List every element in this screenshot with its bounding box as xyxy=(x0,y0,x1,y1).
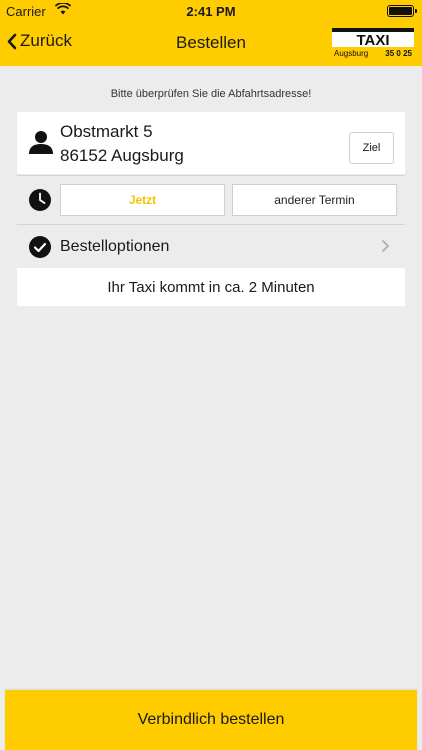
destination-button[interactable]: Ziel xyxy=(349,132,394,164)
battery-icon xyxy=(387,5,417,17)
checkmark-circle-icon xyxy=(29,236,51,258)
time-other-button[interactable]: anderer Termin xyxy=(232,184,397,216)
time-selection-row: Jetzt anderer Termin xyxy=(17,178,405,220)
order-options-label: Bestelloptionen xyxy=(60,238,170,255)
navigation-bar: Zurück Bestellen TAXI Augsburg 35 0 25 xyxy=(0,22,422,66)
divider xyxy=(17,224,405,225)
logo-title: TAXI xyxy=(356,32,389,49)
pickup-city: 86152 Augsburg xyxy=(60,146,184,165)
pickup-street: Obstmarkt 5 xyxy=(60,122,153,141)
logo-number: 35 0 25 xyxy=(385,49,412,58)
time-now-button[interactable]: Jetzt xyxy=(60,184,225,216)
person-icon xyxy=(29,131,53,154)
order-button[interactable]: Verbindlich bestellen xyxy=(5,690,417,750)
header-bar: Carrier 2:41 PM Zurück Bestellen TAXI Au… xyxy=(0,0,422,66)
clock-time: 2:41 PM xyxy=(186,4,236,19)
clock-icon xyxy=(29,189,51,211)
eta-banner: Ihr Taxi kommt in ca. 2 Minuten xyxy=(17,268,405,306)
logo-city: Augsburg xyxy=(334,49,368,58)
chevron-right-icon xyxy=(382,240,389,252)
address-hint: Bitte überprüfen Sie die Abfahrtsadresse… xyxy=(110,88,312,100)
status-bar: Carrier 2:41 PM xyxy=(0,0,422,22)
taxi-logo: TAXI Augsburg 35 0 25 xyxy=(332,28,414,58)
order-options-row[interactable]: Bestelloptionen xyxy=(17,228,405,266)
divider xyxy=(17,175,405,176)
address-card: Obstmarkt 5 86152 Augsburg Ziel xyxy=(17,112,405,174)
